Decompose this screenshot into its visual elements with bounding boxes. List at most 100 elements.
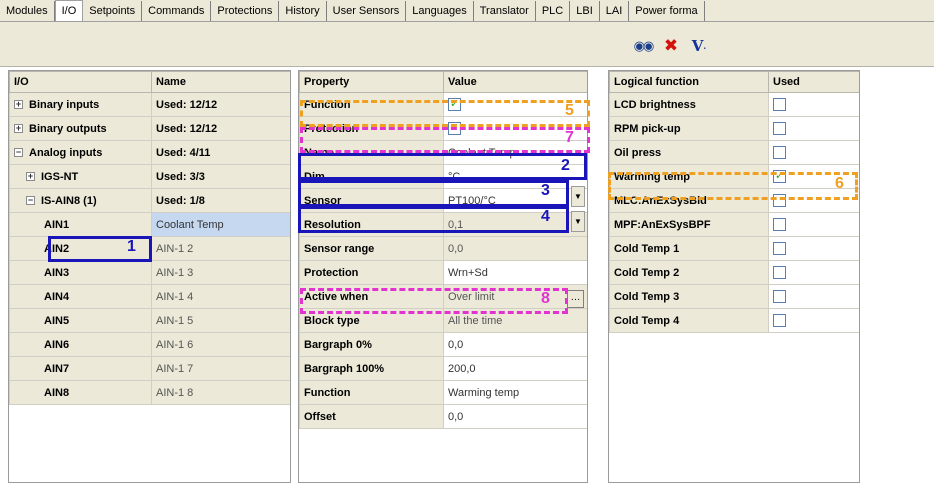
io-column-header[interactable]: I/O	[9, 71, 152, 93]
logical-function-label: Warming temp	[609, 164, 769, 189]
tree-row-binary-inputs[interactable]: + Binary inputs Used: 12/12	[9, 92, 290, 117]
tab-plc[interactable]: PLC	[536, 1, 571, 21]
tree-label: IS-AIN8 (1)	[41, 194, 97, 207]
tree-row-is-ain8[interactable]: − IS-AIN8 (1) Used: 1/8	[9, 188, 290, 213]
tab-io[interactable]: I/O	[54, 0, 84, 21]
logical-row-warming-temp[interactable]: Warming temp	[609, 164, 859, 189]
tree-row-ain5[interactable]: AIN5 AIN-1 5	[9, 308, 290, 333]
property-row-bargraph-0[interactable]: Bargraph 0% 0,0	[299, 332, 587, 357]
property-row-logical-function[interactable]: Function Warming temp	[299, 380, 587, 405]
logical-function-panel: Logical function Used LCD brightness RPM…	[608, 70, 860, 483]
property-row-sensor-range[interactable]: Sensor range 0,0	[299, 236, 587, 261]
property-value[interactable]: Warming temp	[443, 380, 587, 405]
used-checkbox[interactable]	[773, 122, 786, 135]
callout-number-2: 2	[561, 157, 570, 174]
tree-row-ain1[interactable]: AIN1 Coolant Temp	[9, 212, 290, 237]
properties-panel: Property Value Function Protection Name …	[298, 70, 588, 483]
tree-row-ain4[interactable]: AIN4 AIN-1 4	[9, 284, 290, 309]
delete-icon[interactable]: ✖	[662, 36, 680, 55]
protection-value[interactable]: Wrn+Sd	[443, 260, 587, 285]
property-label: Sensor range	[299, 236, 444, 261]
tab-setpoints[interactable]: Setpoints	[83, 1, 143, 21]
tree-value[interactable]: Coolant Temp	[151, 212, 290, 237]
value-column-header[interactable]: Value	[443, 71, 587, 93]
property-value[interactable]: 0,0	[443, 404, 587, 429]
logical-row-cold-temp-3[interactable]: Cold Temp 3	[609, 284, 859, 309]
find-icon[interactable]: ◉◉	[634, 37, 655, 55]
tree-value: AIN-1 8	[151, 380, 290, 405]
logical-row-cold-temp-2[interactable]: Cold Temp 2	[609, 260, 859, 285]
protection-checkbox[interactable]	[448, 121, 461, 135]
property-row-block-type[interactable]: Block type All the time	[299, 308, 587, 333]
property-row-protection[interactable]: Protection Wrn+Sd	[299, 260, 587, 285]
expand-icon[interactable]: +	[14, 100, 23, 110]
logical-function-column-header[interactable]: Logical function	[609, 71, 769, 93]
logical-row-oil-press[interactable]: Oil press	[609, 140, 859, 165]
logical-row-cold-temp-4[interactable]: Cold Temp 4	[609, 308, 859, 333]
tree-value: Used: 4/11	[151, 140, 290, 165]
used-checkbox[interactable]	[773, 146, 786, 159]
protection-edit-button[interactable]: …	[567, 290, 584, 308]
used-checkbox[interactable]	[773, 218, 786, 231]
tree-row-analog-inputs[interactable]: − Analog inputs Used: 4/11	[9, 140, 290, 165]
used-checkbox[interactable]	[773, 266, 786, 279]
property-row-offset[interactable]: Offset 0,0	[299, 404, 587, 429]
logical-row-mlc[interactable]: MLC:AnExSysBld	[609, 188, 859, 213]
property-row-bargraph-100[interactable]: Bargraph 100% 200,0	[299, 356, 587, 381]
tab-history[interactable]: History	[279, 1, 327, 21]
tree-row-ain8[interactable]: AIN8 AIN-1 8	[9, 380, 290, 405]
logical-row-mpf[interactable]: MPF:AnExSysBPF	[609, 212, 859, 237]
name-column-header[interactable]: Name	[151, 71, 290, 93]
tab-power-format[interactable]: Power forma	[629, 1, 705, 21]
property-row-name[interactable]: Name Coolant Temp	[299, 140, 587, 165]
function-checkbox[interactable]	[448, 97, 461, 111]
tree-value: AIN-1 6	[151, 332, 290, 357]
property-value[interactable]: 200,0	[443, 356, 587, 381]
tree-label: AIN4	[9, 284, 152, 309]
tab-commands[interactable]: Commands	[142, 1, 212, 21]
expand-icon[interactable]: +	[26, 172, 35, 182]
tab-lai[interactable]: LAI	[600, 1, 630, 21]
filter-icon[interactable]: V.	[690, 37, 708, 55]
tab-user-sensors[interactable]: User Sensors	[327, 1, 407, 21]
logical-row-lcd-brightness[interactable]: LCD brightness	[609, 92, 859, 117]
used-checkbox[interactable]	[773, 98, 786, 111]
tab-translator[interactable]: Translator	[474, 1, 536, 21]
tree-row-igs-nt[interactable]: + IGS-NT Used: 3/3	[9, 164, 290, 189]
sensor-select[interactable]: PT100/°C	[443, 188, 587, 213]
collapse-icon[interactable]: −	[26, 196, 35, 206]
tree-label: AIN1	[9, 212, 152, 237]
used-checkbox[interactable]	[773, 290, 786, 303]
logical-row-rpm-pickup[interactable]: RPM pick-up	[609, 116, 859, 141]
tree-row-ain7[interactable]: AIN7 AIN-1 7	[9, 356, 290, 381]
tab-modules[interactable]: Modules	[0, 1, 55, 21]
dim-dropdown-button[interactable]: ▼	[571, 186, 585, 207]
tree-label: Analog inputs	[29, 146, 103, 159]
callout-number-3: 3	[541, 182, 550, 199]
collapse-icon[interactable]: −	[14, 148, 23, 158]
tree-row-ain3[interactable]: AIN3 AIN-1 3	[9, 260, 290, 285]
property-column-header[interactable]: Property	[299, 71, 444, 93]
tree-row-binary-outputs[interactable]: + Binary outputs Used: 12/12	[9, 116, 290, 141]
callout-number-6: 6	[835, 175, 844, 192]
logical-row-cold-temp-1[interactable]: Cold Temp 1	[609, 236, 859, 261]
property-value: 0,1	[443, 212, 587, 237]
property-value[interactable]: 0,0	[443, 332, 587, 357]
property-row-function[interactable]: Function	[299, 92, 587, 117]
expand-icon[interactable]: +	[14, 124, 23, 134]
property-value: 0,0	[443, 236, 587, 261]
sensor-dropdown-button[interactable]: ▼	[571, 211, 585, 232]
tab-protections[interactable]: Protections	[211, 1, 280, 21]
tree-value: AIN-1 3	[151, 260, 290, 285]
used-checkbox[interactable]	[773, 169, 786, 183]
tab-bar: Modules I/O Setpoints Commands Protections Hi…	[0, 0, 934, 22]
used-checkbox[interactable]	[773, 194, 786, 207]
tree-row-ain2[interactable]: AIN2 AIN-1 2	[9, 236, 290, 261]
property-row-protection-enable[interactable]: Protection	[299, 116, 587, 141]
used-column-header[interactable]: Used	[768, 71, 859, 93]
tab-languages[interactable]: Languages	[406, 1, 474, 21]
tab-lbi[interactable]: LBI	[570, 1, 600, 21]
used-checkbox[interactable]	[773, 242, 786, 255]
tree-row-ain6[interactable]: AIN6 AIN-1 6	[9, 332, 290, 357]
used-checkbox[interactable]	[773, 314, 786, 327]
